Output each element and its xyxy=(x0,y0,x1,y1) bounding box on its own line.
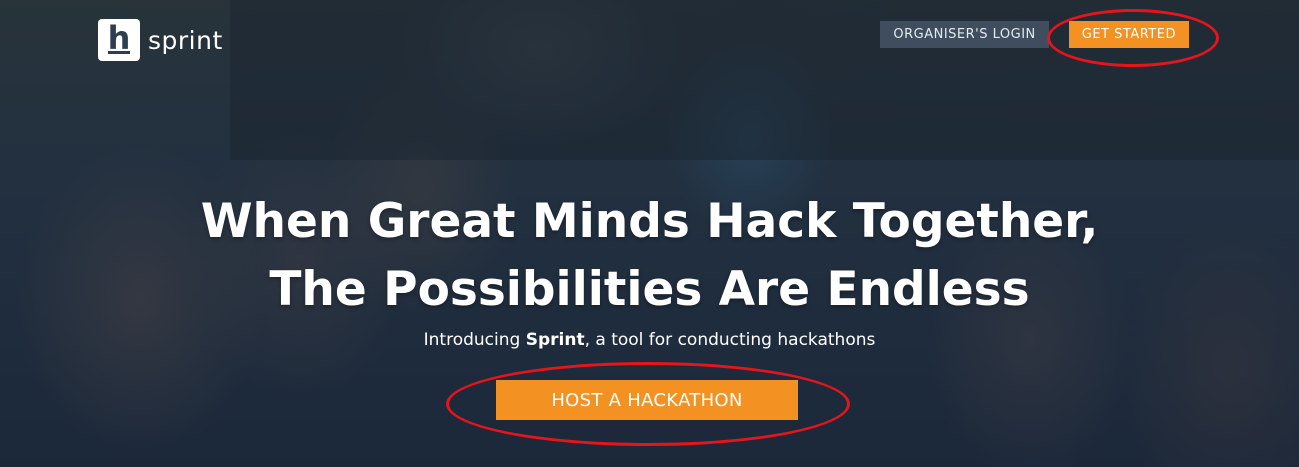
headline-line-1: When Great Minds Hack Together, xyxy=(200,194,1099,249)
hero-headline: When Great Minds Hack Together, The Poss… xyxy=(0,188,1299,324)
logo-mark-icon: h xyxy=(98,19,140,61)
get-started-button[interactable]: GET STARTED xyxy=(1068,21,1189,48)
subheadline-product-name: Sprint xyxy=(525,330,585,350)
subheadline-prefix: Introducing xyxy=(423,330,526,350)
top-nav: ORGANISER'S LOGIN GET STARTED xyxy=(880,21,1189,48)
host-hackathon-button[interactable]: HOST A HACKATHON xyxy=(496,380,798,420)
organiser-login-button[interactable]: ORGANISER'S LOGIN xyxy=(880,21,1049,48)
logo-letter: h xyxy=(107,19,131,57)
headline-line-2: The Possibilities Are Endless xyxy=(269,262,1030,317)
subheadline-suffix: , a tool for conducting hackathons xyxy=(584,330,876,350)
hero-subheadline: Introducing Sprint, a tool for conductin… xyxy=(0,330,1299,350)
hero-section: h sprint ORGANISER'S LOGIN GET STARTED W… xyxy=(0,0,1299,467)
brand-name: sprint xyxy=(148,25,223,55)
brand-logo[interactable]: h sprint xyxy=(98,19,223,61)
